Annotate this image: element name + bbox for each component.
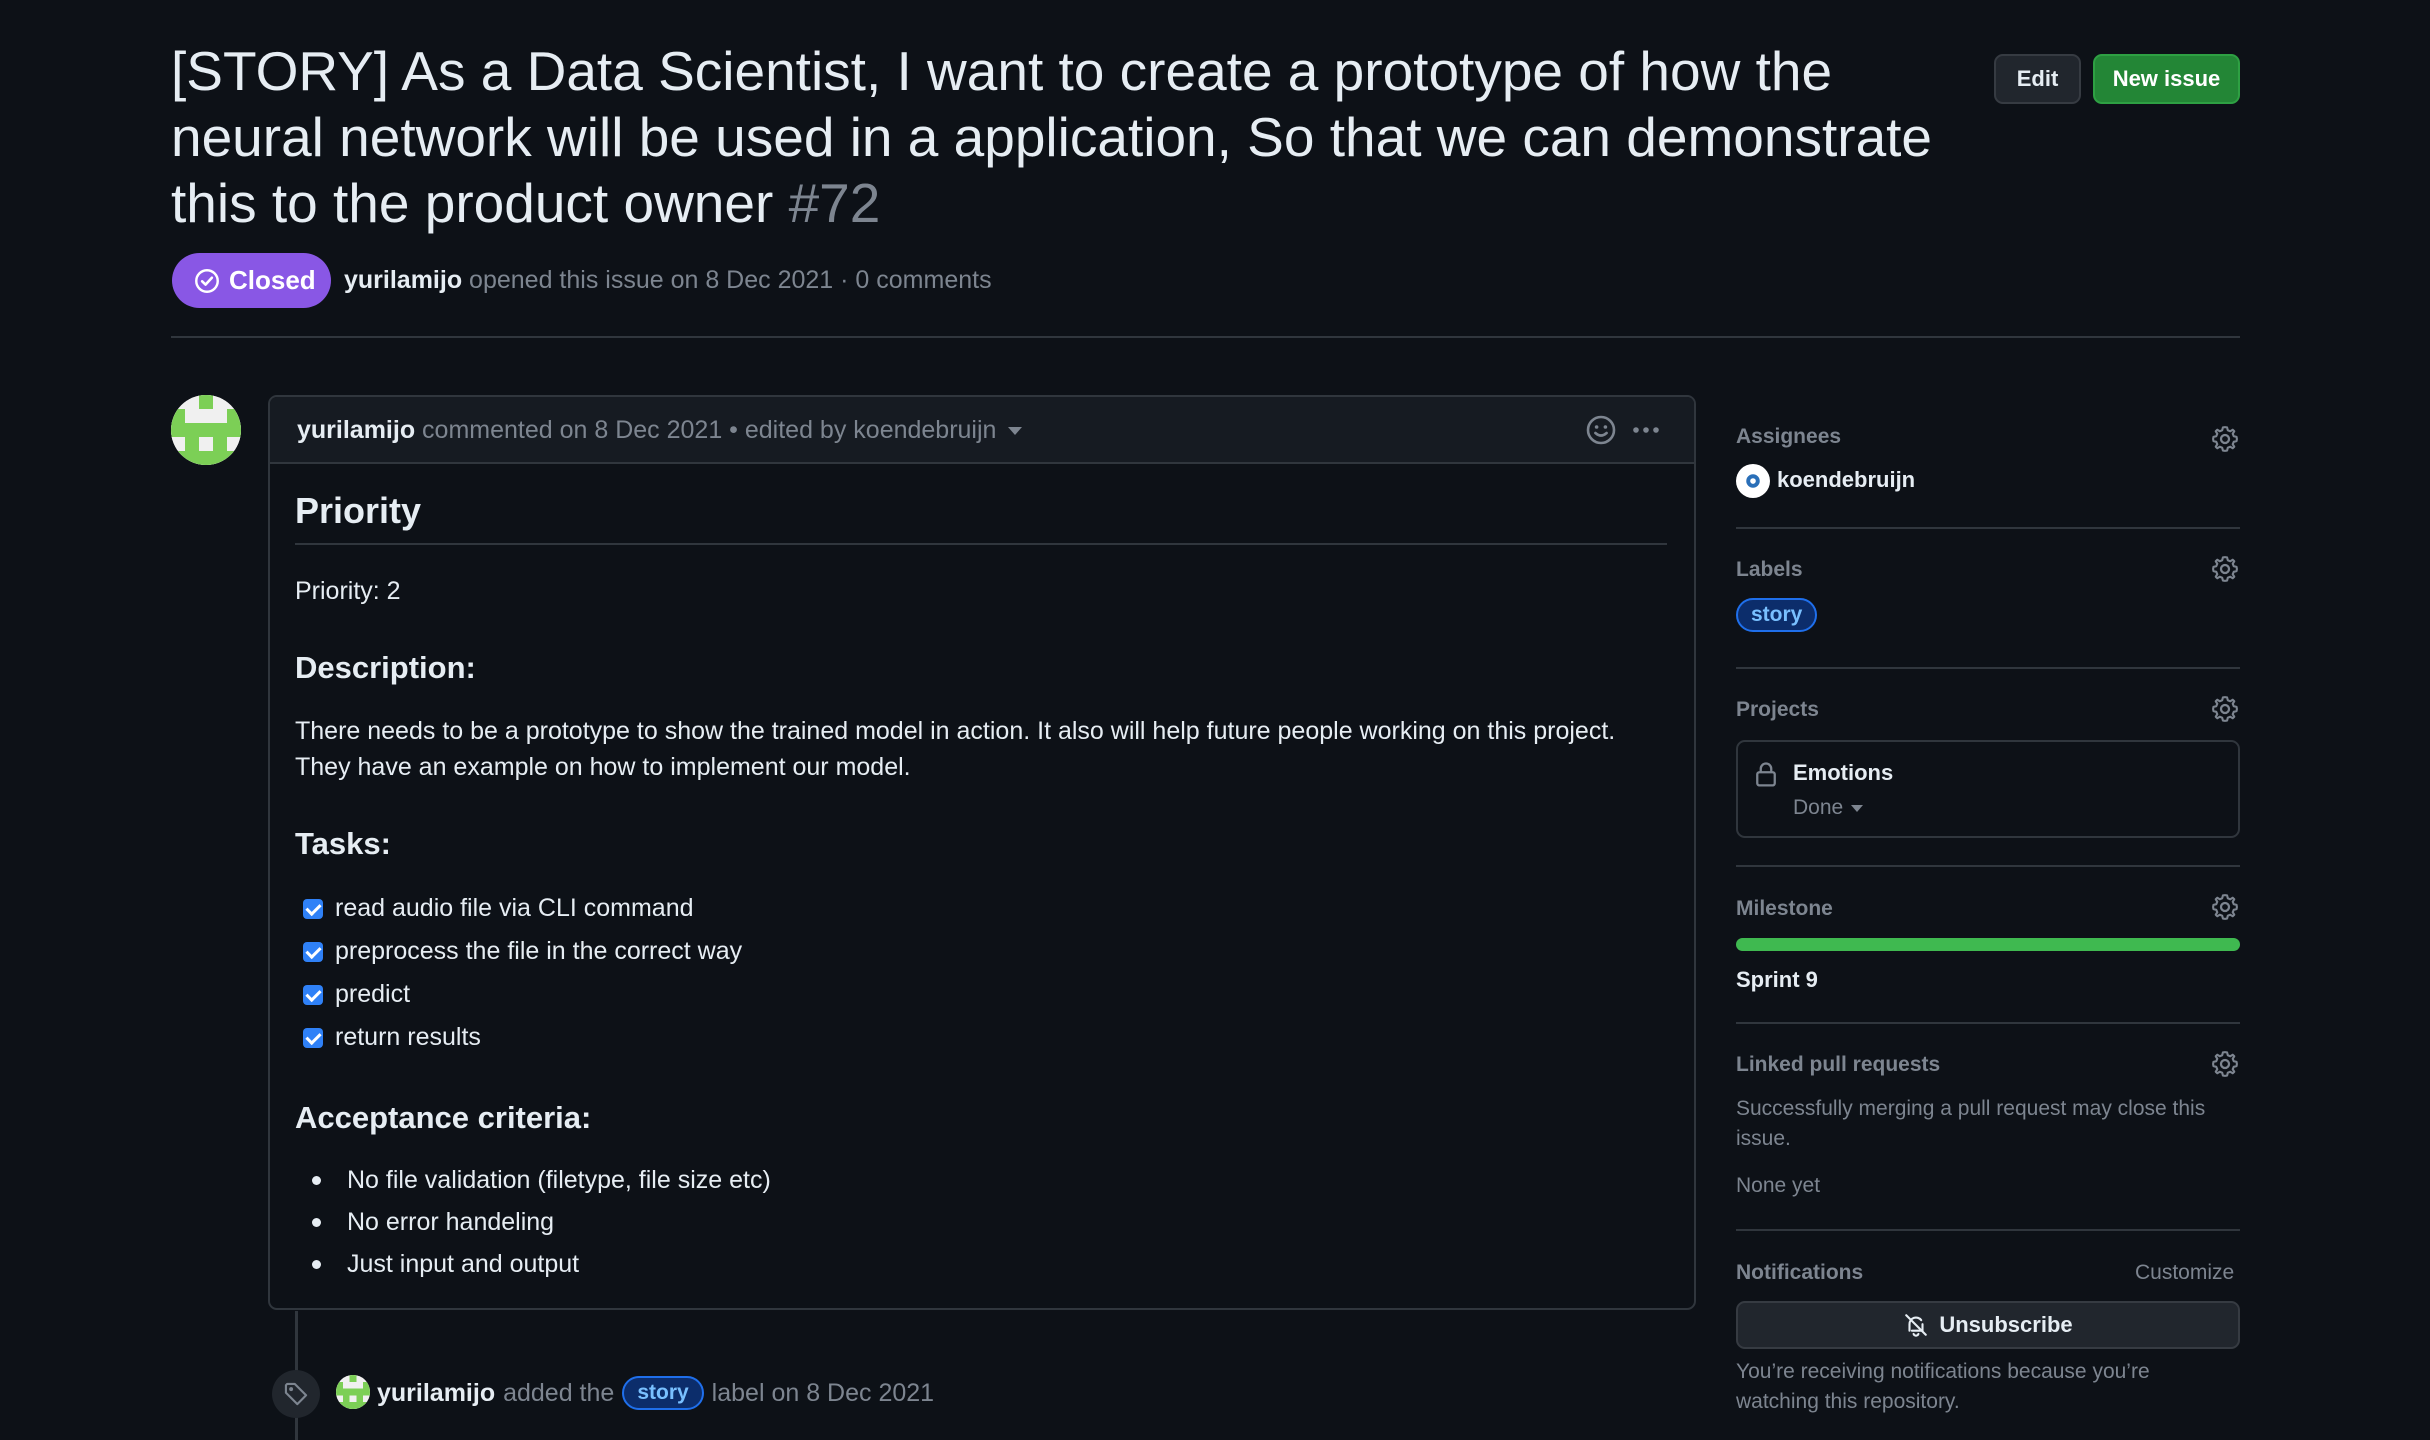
- list-item: No error handeling: [312, 1208, 554, 1237]
- unsubscribe-button[interactable]: Unsubscribe: [1736, 1301, 2240, 1349]
- projects-title[interactable]: Projects: [1736, 698, 1819, 722]
- sidebar-divider: [1736, 1229, 2240, 1231]
- notifications-help-1: You’re receiving notifications because y…: [1736, 1360, 2150, 1383]
- bell-slash-icon: [1905, 1314, 1928, 1337]
- description-line-2: They have an example on how to implement…: [295, 753, 911, 781]
- task-checkbox[interactable]: [303, 1027, 323, 1048]
- bullet: [312, 1260, 321, 1269]
- status-badge-label: Closed: [229, 265, 316, 295]
- heading-description: Description:: [295, 650, 476, 685]
- user-avatar-icon: [1746, 474, 1760, 488]
- list-item-text: No error handeling: [347, 1208, 555, 1236]
- kebab-horizontal-icon[interactable]: [1630, 414, 1662, 446]
- gear-icon[interactable]: [2211, 695, 2239, 723]
- list-item-text: Just input and output: [347, 1250, 580, 1278]
- task-item: predict: [303, 980, 410, 1009]
- task-label: read audio file via CLI command: [335, 894, 694, 922]
- gear-icon[interactable]: [2211, 555, 2239, 583]
- linked-prs-help-1: Successfully merging a pull request may …: [1736, 1097, 2206, 1120]
- sidebar-divider: [1736, 527, 2240, 529]
- gear-icon[interactable]: [2211, 1050, 2239, 1078]
- issue-meta: yurilamijo opened this issue on 8 Dec 20…: [344, 266, 992, 295]
- heading-priority: Priority: [295, 490, 422, 531]
- new-issue-button[interactable]: New issue: [2093, 54, 2240, 104]
- list-item: No file validation (filetype, file size …: [312, 1166, 771, 1195]
- project-status-dropdown[interactable]: Done: [1793, 796, 1864, 820]
- milestone-progress-fill: [1736, 938, 2240, 951]
- task-checkbox[interactable]: [303, 984, 323, 1005]
- list-item: Just input and output: [312, 1250, 579, 1279]
- unsubscribe-label: Unsubscribe: [1939, 1312, 2073, 1337]
- task-checkbox[interactable]: [303, 898, 323, 919]
- customize-link[interactable]: Customize: [2135, 1261, 2234, 1285]
- gear-icon[interactable]: [2211, 425, 2239, 453]
- description-line-1: There needs to be a prototype to show th…: [295, 717, 1616, 745]
- check-circle-icon: [195, 268, 219, 293]
- milestone-title[interactable]: Milestone: [1736, 897, 1833, 921]
- comment-header: yurilamijo commented on 8 Dec 2021 • edi…: [270, 397, 1694, 464]
- label-badge[interactable]: story: [622, 1376, 704, 1410]
- sidebar-divider: [1736, 667, 2240, 669]
- tag-icon: [284, 1382, 308, 1406]
- comment-author-link[interactable]: yurilamijo: [297, 416, 415, 444]
- header-divider: [171, 336, 2240, 338]
- lock-icon: [1756, 762, 1776, 787]
- timeline-before: added the: [503, 1378, 615, 1407]
- project-status: Done: [1793, 796, 1844, 819]
- chevron-down-icon: [1851, 804, 1864, 812]
- assignee-avatar[interactable]: [1736, 464, 1770, 498]
- task-item: return results: [303, 1023, 481, 1052]
- task-label: return results: [335, 1023, 481, 1051]
- project-name[interactable]: Emotions: [1793, 760, 1893, 786]
- linked-prs-none: None yet: [1736, 1174, 1821, 1197]
- assignees-title[interactable]: Assignees: [1736, 425, 1841, 449]
- timeline-event-text: yurilamijo added the story label on 8 De…: [377, 1376, 934, 1410]
- status-badge: Closed: [172, 253, 331, 308]
- heading-tasks: Tasks:: [295, 826, 391, 861]
- heading-acceptance: Acceptance criteria:: [295, 1100, 592, 1135]
- smiley-icon[interactable]: [1585, 414, 1617, 446]
- notifications-help-2: watching this repository.: [1736, 1390, 1960, 1413]
- issue-title-text: [STORY] As a Data Scientist, I want to c…: [171, 40, 1933, 234]
- sidebar-divider: [1736, 1022, 2240, 1024]
- timeline-author-link[interactable]: yurilamijo: [377, 1379, 495, 1408]
- label-badge[interactable]: story: [1736, 598, 1818, 632]
- task-checkbox[interactable]: [303, 941, 323, 962]
- project-card[interactable]: Emotions Done: [1736, 740, 2240, 838]
- timeline-after: label on 8 Dec 2021: [711, 1378, 935, 1407]
- labels-title[interactable]: Labels: [1736, 558, 1803, 582]
- comment-header-text: yurilamijo commented on 8 Dec 2021 • edi…: [297, 416, 1023, 445]
- sidebar-divider: [1736, 865, 2240, 867]
- heading-divider: [295, 543, 1667, 545]
- assignee-name[interactable]: koendebruijn: [1777, 467, 1915, 493]
- edit-button[interactable]: Edit: [1994, 54, 2081, 104]
- priority-text: Priority: 2: [295, 577, 401, 605]
- chevron-down-icon[interactable]: [1008, 427, 1023, 436]
- linked-prs-title[interactable]: Linked pull requests: [1736, 1053, 1940, 1077]
- gear-icon[interactable]: [2211, 893, 2239, 921]
- linked-prs-help-2: issue.: [1736, 1127, 1791, 1150]
- bullet: [312, 1176, 321, 1185]
- issue-title: [STORY] As a Data Scientist, I want to c…: [171, 38, 1951, 236]
- issue-author-link[interactable]: yurilamijo: [344, 266, 462, 294]
- task-label: predict: [335, 980, 411, 1008]
- notifications-title: Notifications: [1736, 1261, 1864, 1284]
- bullet: [312, 1218, 321, 1227]
- milestone-name[interactable]: Sprint 9: [1736, 967, 1818, 993]
- timeline-event-icon: [272, 1370, 320, 1418]
- issue-opened-text: opened this issue on 8 Dec 2021 · 0 comm…: [469, 266, 992, 294]
- list-item-text: No file validation (filetype, file size …: [347, 1166, 771, 1194]
- milestone-progress-bar: [1736, 938, 2240, 951]
- task-item: preprocess the file in the correct way: [303, 937, 742, 966]
- task-item: read audio file via CLI command: [303, 894, 694, 923]
- task-label: preprocess the file in the correct way: [335, 937, 743, 965]
- avatar[interactable]: [171, 395, 241, 465]
- issue-number: #72: [788, 172, 881, 234]
- sidebar-label[interactable]: story: [1736, 598, 1818, 632]
- timeline-avatar[interactable]: [336, 1375, 370, 1409]
- comment-meta[interactable]: commented on 8 Dec 2021 • edited by koen…: [422, 416, 996, 444]
